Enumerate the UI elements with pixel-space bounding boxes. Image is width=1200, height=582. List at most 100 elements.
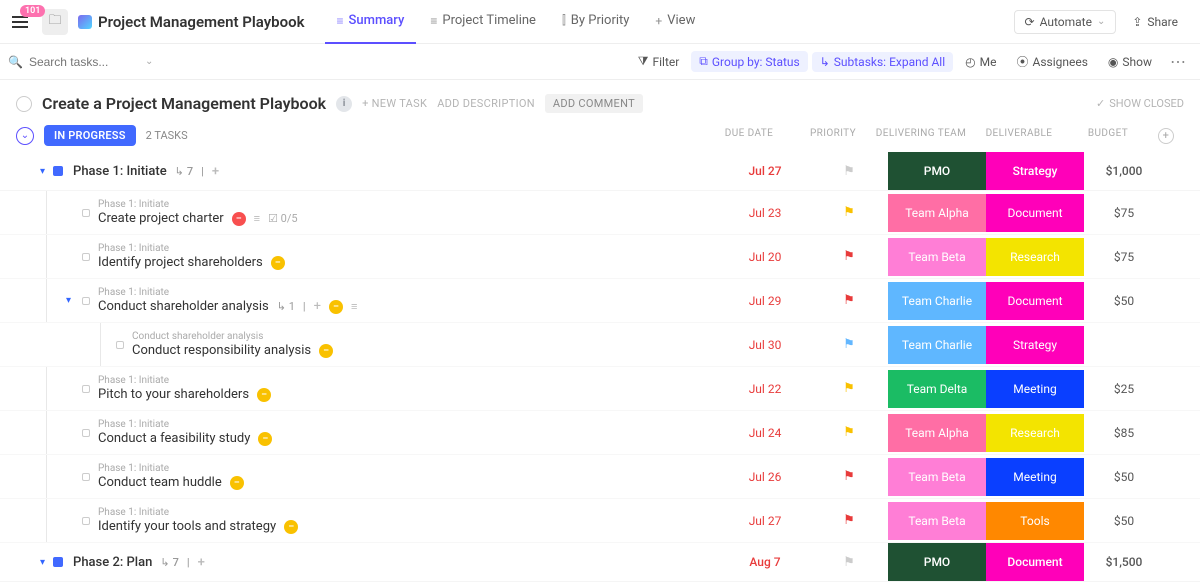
- due-date-cell[interactable]: Jul 22: [720, 382, 810, 396]
- status-pill-in-progress[interactable]: IN PROGRESS: [44, 125, 136, 146]
- budget-cell[interactable]: $85: [1084, 426, 1164, 440]
- budget-cell[interactable]: $1,500: [1084, 555, 1164, 569]
- col-budget[interactable]: BUDGET: [1068, 128, 1148, 144]
- status-dot[interactable]: –: [329, 300, 343, 314]
- deliverable-cell[interactable]: Research: [986, 238, 1084, 276]
- task-name-text[interactable]: Conduct team huddle: [98, 475, 222, 490]
- new-task-button[interactable]: + NEW TASK: [362, 97, 427, 110]
- deliverable-cell[interactable]: Strategy: [986, 152, 1084, 190]
- deliverable-cell[interactable]: Document: [986, 543, 1084, 581]
- priority-cell[interactable]: ⚑: [810, 164, 888, 179]
- task-name-text[interactable]: Conduct shareholder analysis: [98, 299, 269, 314]
- menu-button[interactable]: 101: [12, 11, 34, 33]
- subtask-count[interactable]: ↳ 1: [277, 300, 295, 313]
- task-status-checkbox[interactable]: [82, 517, 90, 525]
- subtask-count[interactable]: ↳7: [175, 165, 193, 178]
- task-row[interactable]: Phase 1: Initiate Identify your tools an…: [0, 499, 1200, 543]
- budget-cell[interactable]: $75: [1084, 206, 1164, 220]
- task-row[interactable]: Phase 1: Initiate Identify project share…: [0, 235, 1200, 279]
- status-dot[interactable]: –: [284, 520, 298, 534]
- priority-cell[interactable]: ⚑: [810, 249, 888, 264]
- add-column-button[interactable]: +: [1148, 128, 1184, 144]
- chevron-down-icon[interactable]: ⌄: [145, 56, 153, 67]
- deliverable-cell[interactable]: Document: [986, 282, 1084, 320]
- tab-by-priority[interactable]: ⫿By Priority: [550, 0, 641, 44]
- task-status-checkbox[interactable]: [82, 253, 90, 261]
- status-dot[interactable]: –: [319, 344, 333, 358]
- priority-cell[interactable]: ⚑: [810, 337, 888, 352]
- add-subtask-button[interactable]: +: [212, 164, 219, 179]
- breadcrumb[interactable]: Phase 1: Initiate: [98, 463, 720, 474]
- status-dot[interactable]: –: [232, 212, 246, 226]
- add-description-button[interactable]: ADD DESCRIPTION: [437, 97, 535, 110]
- automate-button[interactable]: ⟳Automate⌄: [1014, 10, 1117, 34]
- budget-cell[interactable]: $50: [1084, 470, 1164, 484]
- task-status-checkbox[interactable]: [82, 473, 90, 481]
- show-button[interactable]: ◉Show: [1100, 52, 1160, 72]
- team-cell[interactable]: PMO: [888, 543, 986, 581]
- show-closed-button[interactable]: ✓SHOW CLOSED: [1096, 97, 1184, 110]
- expand-button[interactable]: ▾: [40, 557, 45, 568]
- me-button[interactable]: ◴Me: [957, 52, 1004, 72]
- team-cell[interactable]: Team Delta: [888, 370, 986, 408]
- subtasks-button[interactable]: ↳Subtasks: Expand All: [812, 52, 953, 72]
- priority-cell[interactable]: ⚑: [810, 205, 888, 220]
- search-input[interactable]: 🔍 ⌄: [8, 55, 168, 69]
- breadcrumb[interactable]: Phase 1: Initiate: [98, 507, 720, 518]
- status-dot[interactable]: –: [271, 256, 285, 270]
- breadcrumb[interactable]: Phase 1: Initiate: [98, 243, 720, 254]
- status-circle[interactable]: [16, 96, 32, 112]
- add-subtask-button[interactable]: +: [314, 299, 321, 314]
- deliverable-cell[interactable]: Meeting: [986, 370, 1084, 408]
- task-name-text[interactable]: Pitch to your shareholders: [98, 387, 249, 402]
- task-row[interactable]: Phase 1: Initiate Pitch to your sharehol…: [0, 367, 1200, 411]
- due-date-cell[interactable]: Jul 27: [720, 514, 810, 528]
- due-date-cell[interactable]: Jul 24: [720, 426, 810, 440]
- task-status-checkbox[interactable]: [82, 429, 90, 437]
- expand-button[interactable]: ▾: [40, 166, 45, 177]
- budget-cell[interactable]: $75: [1084, 250, 1164, 264]
- budget-cell[interactable]: $50: [1084, 294, 1164, 308]
- priority-cell[interactable]: ⚑: [810, 293, 888, 308]
- status-square[interactable]: [53, 557, 63, 567]
- budget-cell[interactable]: $50: [1084, 514, 1164, 528]
- breadcrumb[interactable]: Phase 1: Initiate: [98, 287, 720, 298]
- breadcrumb[interactable]: Conduct shareholder analysis: [132, 331, 720, 342]
- due-date-cell[interactable]: Jul 27: [720, 164, 810, 178]
- task-name-text[interactable]: Conduct responsibility analysis: [132, 343, 311, 358]
- task-status-checkbox[interactable]: [82, 385, 90, 393]
- list-title[interactable]: Create a Project Management Playbook: [42, 94, 326, 113]
- col-delivering-team[interactable]: DELIVERING TEAM: [872, 128, 970, 144]
- due-date-cell[interactable]: Jul 26: [720, 470, 810, 484]
- add-subtask-button[interactable]: +: [198, 555, 205, 570]
- task-row[interactable]: Phase 1: Initiate Conduct a feasibility …: [0, 411, 1200, 455]
- priority-cell[interactable]: ⚑: [810, 425, 888, 440]
- group-by-button[interactable]: ⧉Group by: Status: [691, 51, 807, 72]
- budget-cell[interactable]: $25: [1084, 382, 1164, 396]
- task-row-phase-1[interactable]: ▾ Phase 1: Initiate ↳7 | + Jul 27 ⚑ PMO …: [0, 152, 1200, 191]
- filter-button[interactable]: ⧩Filter: [630, 51, 688, 72]
- col-due-date[interactable]: DUE DATE: [704, 128, 794, 144]
- task-name-text[interactable]: Conduct a feasibility study: [98, 431, 250, 446]
- due-date-cell[interactable]: Jul 20: [720, 250, 810, 264]
- collapse-group-button[interactable]: ⌄: [16, 127, 34, 145]
- search-field[interactable]: [29, 55, 139, 69]
- deliverable-cell[interactable]: Document: [986, 194, 1084, 232]
- breadcrumb[interactable]: Phase 1: Initiate: [98, 419, 720, 430]
- task-row[interactable]: Phase 1: Initiate Conduct team huddle – …: [0, 455, 1200, 499]
- priority-cell[interactable]: ⚑: [810, 513, 888, 528]
- due-date-cell[interactable]: Jul 30: [720, 338, 810, 352]
- due-date-cell[interactable]: Aug 7: [720, 555, 810, 569]
- priority-cell[interactable]: ⚑: [810, 469, 888, 484]
- task-name-text[interactable]: Create project charter: [98, 211, 224, 226]
- folder-icon[interactable]: 🗀: [42, 9, 68, 35]
- breadcrumb[interactable]: Phase 1: Initiate: [98, 375, 720, 386]
- budget-cell[interactable]: $1,000: [1084, 164, 1164, 178]
- team-cell[interactable]: Team Alpha: [888, 194, 986, 232]
- col-priority[interactable]: PRIORITY: [794, 128, 872, 144]
- task-name-text[interactable]: Identify your tools and strategy: [98, 519, 276, 534]
- status-dot[interactable]: –: [258, 432, 272, 446]
- deliverable-cell[interactable]: Tools: [986, 502, 1084, 540]
- task-row-phase-2[interactable]: ▾ Phase 2: Plan ↳7 | + Aug 7 ⚑ PMO Docum…: [0, 543, 1200, 582]
- team-cell[interactable]: Team Beta: [888, 502, 986, 540]
